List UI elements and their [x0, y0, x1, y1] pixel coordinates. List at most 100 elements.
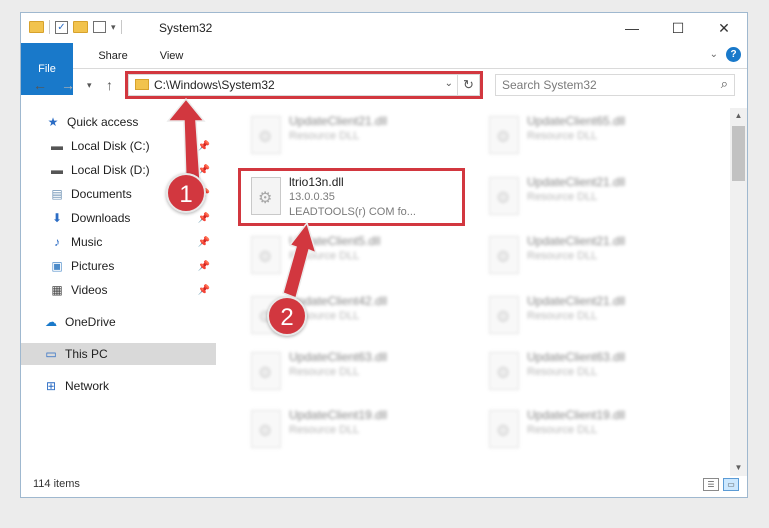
close-button[interactable]: ✕: [701, 13, 747, 43]
scroll-thumb[interactable]: [732, 126, 745, 181]
status-bar: 114 items ☰ ▭: [21, 473, 747, 497]
folder-icon: [29, 21, 44, 33]
file-explorer-window: ✓ ▾ System32 — ☐ ✕ File Home Share View …: [20, 12, 748, 498]
dll-file-icon: [251, 116, 281, 154]
dll-file-icon: [251, 410, 281, 448]
pin-icon: 📌: [197, 164, 210, 176]
pin-icon: 📌: [197, 212, 210, 224]
drive-icon: ▬: [51, 163, 63, 177]
view-switcher: ☰ ▭: [703, 478, 739, 491]
file-type: Resource DLL: [527, 366, 598, 378]
sidebar-item-label: Local Disk (C:): [71, 139, 150, 153]
file-type: Resource DLL: [527, 424, 598, 436]
sidebar-item-label: This PC: [65, 347, 108, 361]
tab-share[interactable]: Share: [82, 43, 143, 68]
sidebar-item-pictures[interactable]: ▣ Pictures 📌: [21, 255, 216, 277]
forward-arrow-icon[interactable]: →: [61, 77, 75, 93]
expand-ribbon-icon[interactable]: ⌄: [710, 49, 718, 60]
sidebar-item-videos[interactable]: ▦ Videos 📌: [21, 279, 216, 301]
videos-icon: ▦: [51, 283, 63, 297]
tiles-view-icon[interactable]: ▭: [723, 478, 739, 491]
scroll-up-icon[interactable]: ▲: [730, 108, 747, 124]
file-type: Resource DLL: [289, 366, 360, 378]
dll-file-icon: [489, 410, 519, 448]
list-item[interactable]: UpdateClient21.dll Resource DLL: [479, 232, 709, 284]
sidebar-item-label: Local Disk (D:): [71, 163, 150, 177]
file-highlight-box: [238, 168, 465, 226]
maximize-button[interactable]: ☐: [655, 13, 701, 43]
back-arrow-icon[interactable]: ←: [33, 77, 47, 93]
list-item[interactable]: UpdateClient21.dll Resource DLL: [479, 292, 709, 344]
sidebar-item-local-disk-c[interactable]: ▬ Local Disk (C:) 📌: [21, 135, 216, 157]
sidebar-item-label: Quick access: [67, 115, 139, 129]
dll-file-icon: [489, 352, 519, 390]
pictures-icon: ▣: [51, 259, 63, 273]
drive-icon: ▬: [51, 139, 63, 153]
window-controls: — ☐ ✕: [609, 13, 747, 43]
search-icon[interactable]: ⌕: [721, 76, 728, 92]
file-list: UpdateClient21.dll Resource DLL ltrio13n…: [231, 108, 731, 468]
dll-file-icon: [251, 236, 281, 274]
pin-icon: 📌: [197, 140, 210, 152]
sidebar-item-label: Downloads: [71, 211, 131, 225]
vertical-scrollbar[interactable]: ▲ ▼: [730, 108, 747, 476]
list-item[interactable]: UpdateClient19.dll Resource DLL: [479, 406, 709, 458]
details-view-icon[interactable]: ☰: [703, 478, 719, 491]
file-type: Resource DLL: [289, 130, 360, 142]
sidebar-item-quick-access[interactable]: ★ Quick access: [21, 111, 216, 133]
ribbon-tabs: File Home Share View ⌄ ?: [21, 43, 747, 95]
music-icon: ♪: [54, 235, 60, 249]
file-name: UpdateClient65.dll: [527, 114, 626, 128]
navigation-pane: ★ Quick access ▬ Local Disk (C:) 📌 ▬ Loc…: [21, 108, 216, 468]
separator: [120, 20, 122, 34]
file-name: UpdateClient5.dll: [289, 234, 381, 248]
list-item[interactable]: UpdateClient65.dll Resource DLL: [479, 112, 709, 164]
sidebar-item-label: Documents: [71, 187, 132, 201]
computer-icon: ▭: [45, 347, 57, 361]
file-name: UpdateClient21.dll: [527, 234, 626, 248]
title-bar: ✓ ▾ System32 — ☐ ✕: [21, 13, 747, 43]
search-input[interactable]: Search System32 ⌕: [495, 74, 735, 96]
list-item[interactable]: UpdateClient63.dll Resource DLL: [479, 348, 709, 400]
downloads-icon: ⬇: [51, 211, 63, 225]
file-name: UpdateClient63.dll: [527, 350, 626, 364]
quick-access-toolbar: ✓ ▾: [29, 20, 122, 34]
up-arrow-icon[interactable]: ↑: [106, 77, 113, 93]
file-type: Resource DLL: [527, 130, 598, 142]
sidebar-item-label: OneDrive: [65, 315, 116, 329]
network-icon: ⊞: [45, 379, 57, 393]
properties-check-icon[interactable]: ✓: [55, 20, 68, 34]
sidebar-item-music[interactable]: ♪ Music 📌: [21, 231, 216, 253]
callout-badge-2: 2: [267, 296, 307, 336]
list-item[interactable]: UpdateClient5.dll Resource DLL: [241, 232, 471, 284]
sidebar-item-label: Network: [65, 379, 110, 393]
sidebar-item-label: Pictures: [71, 259, 115, 273]
help-icon[interactable]: ?: [726, 47, 741, 62]
ribbon-right-controls: ⌄ ?: [710, 47, 741, 62]
file-name: UpdateClient21.dll: [289, 114, 388, 128]
pin-icon: 📌: [197, 236, 210, 248]
list-item[interactable]: UpdateClient63.dll Resource DLL: [241, 348, 471, 400]
customize-icon[interactable]: [93, 21, 106, 33]
qat-dropdown-icon[interactable]: ▾: [111, 22, 116, 33]
sidebar-item-network[interactable]: ⊞ Network: [21, 375, 216, 397]
sidebar-item-onedrive[interactable]: ☁ OneDrive: [21, 311, 216, 333]
star-icon: ★: [47, 115, 59, 129]
separator: [49, 20, 50, 34]
address-row: ← → ▾ ↑ C:\Windows\System32 ⌄ ↻ Search S…: [21, 70, 747, 100]
pin-icon: 📌: [197, 260, 210, 272]
dll-file-icon: [489, 236, 519, 274]
file-name: UpdateClient21.dll: [527, 294, 626, 308]
list-item[interactable]: UpdateClient21.dll Resource DLL: [479, 173, 709, 225]
file-type: Resource DLL: [527, 191, 598, 203]
documents-icon: ▤: [51, 187, 63, 201]
minimize-button[interactable]: —: [609, 13, 655, 43]
tab-view[interactable]: View: [144, 43, 200, 68]
address-highlight-box: [125, 71, 483, 99]
list-item[interactable]: UpdateClient19.dll Resource DLL: [241, 406, 471, 458]
sidebar-item-this-pc[interactable]: ▭ This PC: [21, 343, 216, 365]
list-item[interactable]: UpdateClient21.dll Resource DLL: [241, 112, 471, 164]
item-count: 114 items: [33, 478, 80, 490]
new-folder-icon[interactable]: [73, 21, 88, 33]
recent-locations-icon[interactable]: ▾: [87, 80, 92, 91]
